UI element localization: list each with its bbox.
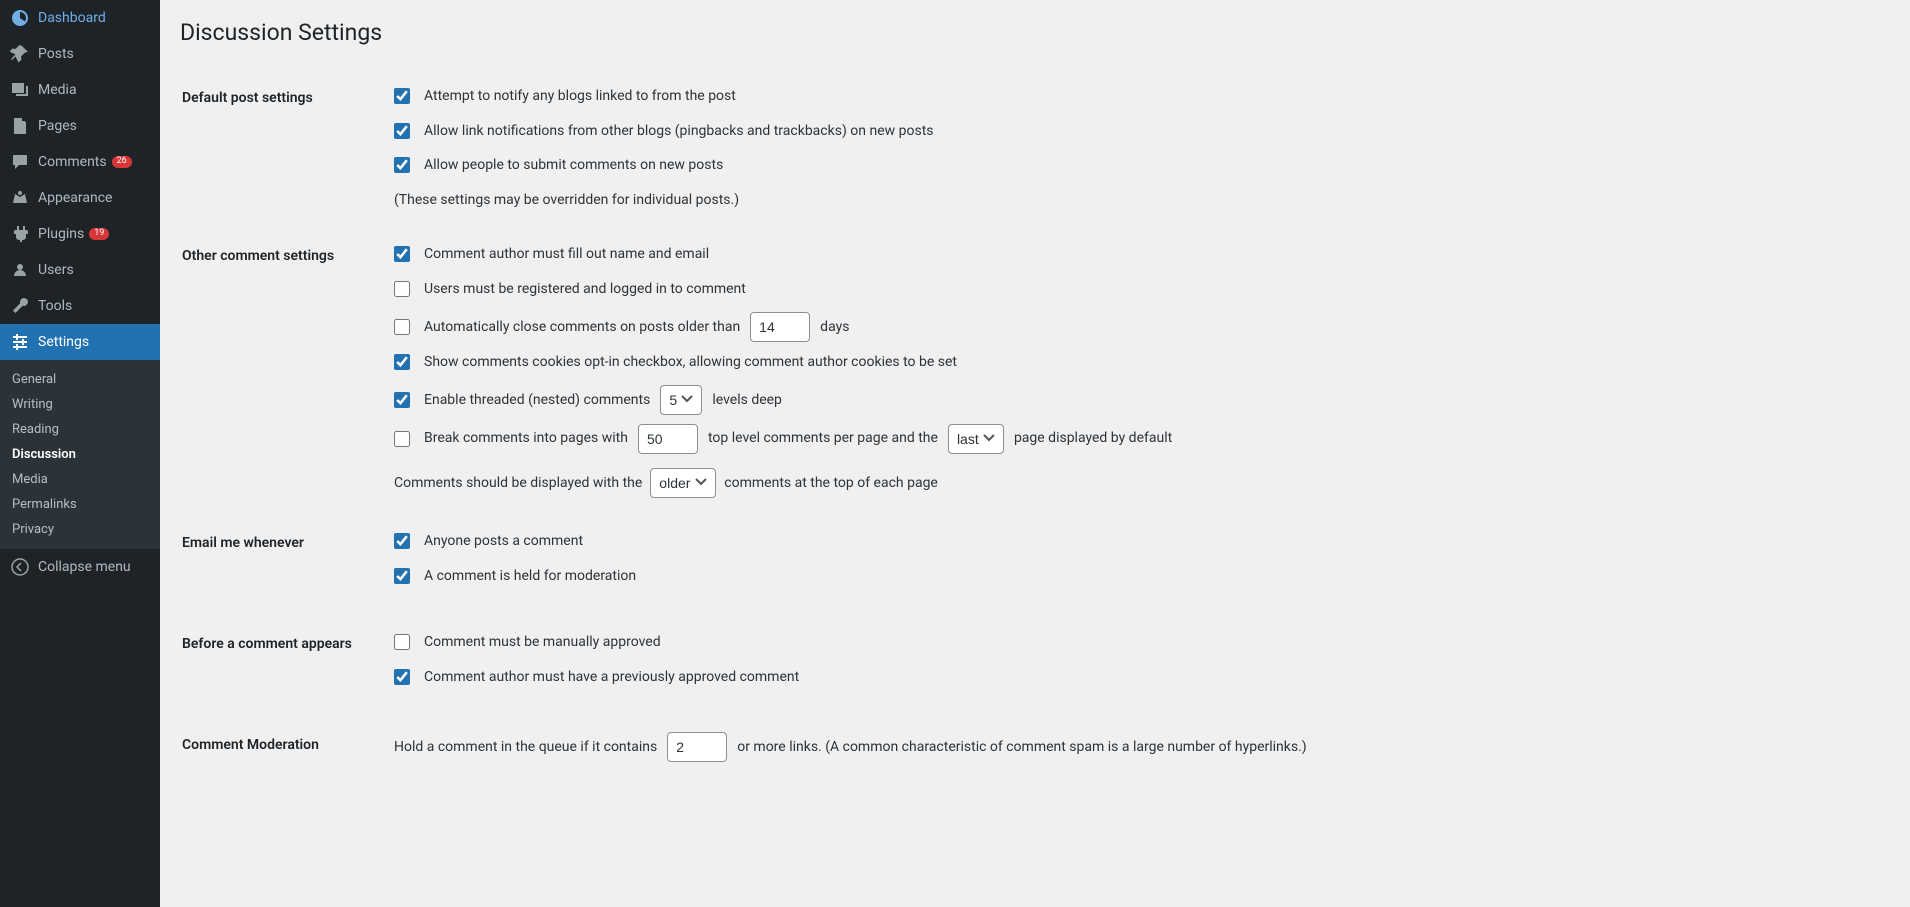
checkbox-prev-approved[interactable] [394, 669, 410, 685]
label-threaded-pre: Enable threaded (nested) comments [424, 389, 650, 411]
label-break-post: page displayed by default [1014, 427, 1172, 449]
label-fill-name-email: Comment author must fill out name and em… [424, 243, 709, 265]
label-notify-blogs: Attempt to notify any blogs linked to fr… [424, 85, 736, 107]
collapse-label: Collapse menu [38, 559, 131, 575]
checkbox-fill-name-email[interactable] [394, 246, 410, 262]
checkbox-email-anyone[interactable] [394, 533, 410, 549]
sidebar-label: Pages [38, 118, 77, 134]
checkbox-allow-pingbacks[interactable] [394, 123, 410, 139]
checkbox-allow-comments[interactable] [394, 157, 410, 173]
label-threaded-post: levels deep [712, 389, 782, 411]
label-order-post: comments at the top of each page [724, 472, 938, 494]
sidebar-item-pages[interactable]: Pages [0, 108, 160, 144]
collapse-menu[interactable]: Collapse menu [0, 549, 160, 585]
label-break-mid: top level comments per page and the [708, 427, 938, 449]
submenu-reading[interactable]: Reading [0, 417, 160, 442]
sidebar-label: Users [38, 262, 74, 278]
label-break-pre: Break comments into pages with [424, 427, 628, 449]
checkbox-auto-close[interactable] [394, 319, 410, 335]
section-email-me-heading: Email me whenever [182, 515, 382, 614]
section-default-post-heading: Default post settings [182, 70, 382, 226]
default-post-note: (These settings may be overridden for in… [394, 189, 1878, 211]
checkbox-notify-blogs[interactable] [394, 88, 410, 104]
submenu-writing[interactable]: Writing [0, 392, 160, 417]
sidebar-item-appearance[interactable]: Appearance [0, 180, 160, 216]
plugins-icon [10, 224, 30, 244]
label-auto-close-post: days [820, 316, 849, 338]
plugins-count-badge: 19 [89, 228, 109, 240]
label-moderation-pre: Hold a comment in the queue if it contai… [394, 736, 657, 758]
submenu-discussion[interactable]: Discussion [0, 442, 160, 467]
input-moderation-links[interactable] [667, 732, 727, 762]
sidebar-label: Posts [38, 46, 74, 62]
sidebar-item-plugins[interactable]: Plugins 19 [0, 216, 160, 252]
sidebar-label: Settings [38, 334, 89, 350]
label-moderation-post: or more links. (A common characteristic … [737, 736, 1306, 758]
settings-icon [10, 332, 30, 352]
select-threaded-levels[interactable]: 5 [660, 385, 702, 415]
pin-icon [10, 44, 30, 64]
sidebar-item-tools[interactable]: Tools [0, 288, 160, 324]
admin-sidebar: Dashboard Posts Media Pages Comments 26 … [0, 0, 160, 907]
comments-count-badge: 26 [112, 156, 132, 168]
label-email-held: A comment is held for moderation [424, 565, 636, 587]
section-before-appears-heading: Before a comment appears [182, 616, 382, 715]
sidebar-label: Comments [38, 154, 107, 170]
sidebar-item-dashboard[interactable]: Dashboard [0, 0, 160, 36]
dashboard-icon [10, 8, 30, 28]
submenu-permalinks[interactable]: Permalinks [0, 492, 160, 517]
sidebar-label: Tools [38, 298, 72, 314]
sidebar-item-media[interactable]: Media [0, 72, 160, 108]
appearance-icon [10, 188, 30, 208]
media-icon [10, 80, 30, 100]
label-prev-approved: Comment author must have a previously ap… [424, 666, 799, 688]
label-email-anyone: Anyone posts a comment [424, 530, 583, 552]
label-order-pre: Comments should be displayed with the [394, 472, 642, 494]
checkbox-threaded[interactable] [394, 392, 410, 408]
checkbox-manual-approve[interactable] [394, 634, 410, 650]
sidebar-item-comments[interactable]: Comments 26 [0, 144, 160, 180]
submenu-privacy[interactable]: Privacy [0, 517, 160, 542]
sidebar-label: Dashboard [38, 10, 106, 26]
label-must-register: Users must be registered and logged in t… [424, 278, 746, 300]
sidebar-label: Media [38, 82, 77, 98]
sidebar-label: Appearance [38, 190, 112, 206]
collapse-icon [10, 557, 30, 577]
section-moderation-heading: Comment Moderation [182, 717, 382, 785]
checkbox-email-held[interactable] [394, 568, 410, 584]
input-auto-close-days[interactable] [750, 312, 810, 342]
users-icon [10, 260, 30, 280]
label-auto-close-pre: Automatically close comments on posts ol… [424, 316, 740, 338]
section-other-comment-heading: Other comment settings [182, 228, 382, 513]
checkbox-break-pages[interactable] [394, 431, 410, 447]
submenu-general[interactable]: General [0, 367, 160, 392]
page-title: Discussion Settings [180, 10, 1890, 50]
main-content: Discussion Settings Default post setting… [160, 0, 1910, 907]
tools-icon [10, 296, 30, 316]
input-comments-per-page[interactable] [638, 424, 698, 454]
comments-icon [10, 152, 30, 172]
sidebar-item-users[interactable]: Users [0, 252, 160, 288]
settings-submenu: General Writing Reading Discussion Media… [0, 360, 160, 549]
sidebar-item-posts[interactable]: Posts [0, 36, 160, 72]
checkbox-must-register[interactable] [394, 281, 410, 297]
label-allow-pingbacks: Allow link notifications from other blog… [424, 120, 934, 142]
label-manual-approve: Comment must be manually approved [424, 631, 661, 653]
sidebar-item-settings[interactable]: Settings [0, 324, 160, 360]
sidebar-label: Plugins [38, 226, 84, 242]
label-cookies-optin: Show comments cookies opt-in checkbox, a… [424, 351, 957, 373]
checkbox-cookies-optin[interactable] [394, 354, 410, 370]
pages-icon [10, 116, 30, 136]
submenu-media[interactable]: Media [0, 467, 160, 492]
select-default-page[interactable]: last [948, 424, 1004, 454]
select-comment-order[interactable]: older [650, 468, 716, 498]
label-allow-comments: Allow people to submit comments on new p… [424, 154, 723, 176]
